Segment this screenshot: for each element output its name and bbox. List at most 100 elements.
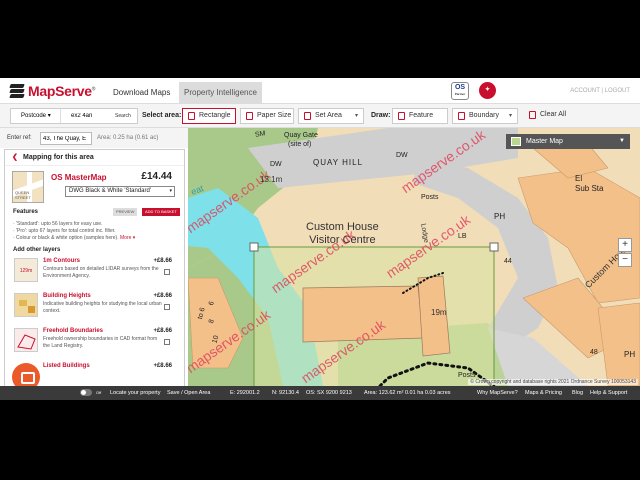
postcode-search: Postcode ▾ Search <box>10 108 138 124</box>
os-partner-badge: OS Partner <box>451 82 469 100</box>
blog-link[interactable]: Blog <box>572 390 583 396</box>
map-layer-value: Master Map <box>526 138 563 145</box>
other-layers-label: Add other layers <box>13 247 61 253</box>
area-readout: Area: 123.62 m² 0.01 ha 0.03 acres <box>364 390 451 396</box>
map-label: DW <box>270 161 282 168</box>
set-area-label: Set Area <box>315 112 342 119</box>
mastermap-thumbnail: QUEEN STREET <box>12 171 44 203</box>
os-grid-readout: OS: SX 9200 9213 <box>306 390 352 396</box>
map-label: (site of) <box>288 141 312 148</box>
feature-button[interactable]: Feature <box>392 108 448 124</box>
chevron-down-icon: ▾ <box>354 113 358 119</box>
layer-description: Contours based on detailed LIDAR surveys… <box>43 266 159 279</box>
logo-stack-icon <box>9 84 25 98</box>
layer-price: +£8.66 <box>153 258 172 264</box>
feature-item-text: · Colour or black & white option (sample… <box>13 235 119 241</box>
paper-size-button[interactable]: Paper Size <box>240 108 294 124</box>
area-readout: Area: 0.25 ha (0.61 ac) <box>97 135 159 141</box>
add-to-basket-button[interactable]: ADD TO BASKET <box>142 208 180 216</box>
postcode-select[interactable]: Postcode ▾ <box>11 109 61 123</box>
layer-building-heights: Building Heights +£8.66 Indicative build… <box>5 290 184 325</box>
tab-download-maps[interactable]: Download Maps <box>108 82 175 104</box>
app-window: MapServe® Download Maps Property Intelli… <box>0 78 640 400</box>
logo-text: MapServe® <box>28 83 96 99</box>
rectangle-label: Rectangle <box>199 112 231 119</box>
search-button[interactable]: Search <box>111 113 131 119</box>
ref-bar: Enter ref: Area: 0.25 ha (0.61 ac) <box>0 128 188 148</box>
mapserve-logo[interactable]: MapServe® <box>9 83 96 99</box>
layer-price: +£8.66 <box>153 363 172 369</box>
layer-price: +£8.66 <box>153 328 172 334</box>
map-label: 44 <box>504 258 512 265</box>
top-header: MapServe® Download Maps Property Intelli… <box>0 78 640 104</box>
paper-icon <box>246 112 253 120</box>
dimension-label: 13.1m <box>260 175 283 184</box>
locate-label[interactable]: Locate your property <box>110 390 160 396</box>
why-mapserve-link[interactable]: Why MapServe? <box>477 390 518 396</box>
map-label: PH <box>624 350 636 359</box>
layer-checkbox[interactable] <box>164 269 170 275</box>
postcode-input[interactable] <box>61 113 111 119</box>
clear-all-label: Clear All <box>540 111 567 118</box>
map-label: Posts <box>458 372 476 379</box>
clear-all-button[interactable]: Clear All <box>524 108 580 124</box>
features-label: Features <box>13 209 39 215</box>
product-name: OS MasterMap <box>51 173 107 182</box>
layer-name[interactable]: Listed Buildings <box>43 363 90 369</box>
map-copyright: © Crown copyright and database rights 20… <box>468 379 638 385</box>
layer-checkbox[interactable] <box>164 339 170 345</box>
more-link[interactable]: More ▾ <box>120 235 135 241</box>
map-label: QUAY HILL <box>313 158 364 167</box>
feature-item: · 'Pro': upto 67 layers for total contro… <box>13 228 116 234</box>
features-row: Features PREVIEW ADD TO BASKET <box>5 206 184 220</box>
layer-description: Indicative building heights for studying… <box>43 301 162 314</box>
layer-name[interactable]: Freehold Boundaries <box>43 328 103 334</box>
preview-button[interactable]: PREVIEW <box>113 208 138 216</box>
rectangle-button[interactable]: Rectangle <box>182 108 236 124</box>
chevron-down-icon: ▼ <box>619 138 625 144</box>
layer-checkbox[interactable] <box>164 304 170 310</box>
ref-label: Enter ref: <box>7 135 32 141</box>
map-label: LB <box>458 233 467 240</box>
layer-name[interactable]: Building Heights <box>43 293 91 299</box>
paper-size-label: Paper Size <box>257 112 292 119</box>
chevron-down-icon: ▾ <box>508 113 512 119</box>
trash-icon <box>529 111 536 119</box>
format-select[interactable]: DWG Black & White 'Standard' ▾ <box>65 186 175 197</box>
panel-title: Mapping for this area <box>23 154 94 161</box>
set-area-button[interactable]: Set Area ▾ <box>298 108 364 124</box>
layer-price: +£8.66 <box>153 293 172 299</box>
feature-item: · Colour or black & white option (sample… <box>13 235 176 242</box>
help-support-link[interactable]: Help & Support <box>590 390 627 396</box>
set-area-icon <box>304 112 311 120</box>
chevron-down-icon: ▾ <box>169 188 172 194</box>
map-label: Posts <box>421 194 439 201</box>
boundary-button[interactable]: Boundary ▾ <box>452 108 518 124</box>
map-view[interactable]: mapserve.co.uk mapserve.co.uk mapserve.c… <box>188 128 640 386</box>
feature-icon <box>398 112 405 120</box>
draw-label: Draw: <box>371 112 391 119</box>
select-area-label: Select area: <box>142 112 182 119</box>
map-label: PH <box>494 212 506 221</box>
panel-header[interactable]: ❮ Mapping for this area <box>5 150 184 166</box>
map-layer-select[interactable]: Master Map ▼ <box>506 134 630 149</box>
feature-item: · 'Standard': upto 56 layers for easy us… <box>13 221 103 227</box>
toggle-off-label: Off <box>96 390 102 395</box>
feature-label: Feature <box>409 112 434 119</box>
zoom-out-button[interactable]: − <box>618 253 632 267</box>
maps-pricing-link[interactable]: Maps & Pricing <box>525 390 562 396</box>
toolbar: Postcode ▾ Search Select area: Rectangle… <box>0 104 640 128</box>
layer-name[interactable]: 1m Contours <box>43 258 80 264</box>
boundary-icon <box>458 112 465 120</box>
tab-property-intelligence[interactable]: Property Intelligence <box>179 82 262 104</box>
map-layer-icon <box>511 137 521 146</box>
features-list: · 'Standard': upto 56 layers for easy us… <box>5 220 184 242</box>
account-links[interactable]: ACCOUNT | LOGOUT <box>570 88 630 94</box>
ref-input[interactable] <box>40 132 92 145</box>
zoom-in-button[interactable]: + <box>618 238 632 252</box>
building-heights-thumbnail <box>14 293 38 317</box>
chevron-left-icon: ❮ <box>12 154 18 161</box>
save-open-area-link[interactable]: Save / Open Area <box>167 390 210 396</box>
mapping-panel: ❮ Mapping for this area QUEEN STREET OS … <box>4 149 185 400</box>
format-select-value: DWG Black & White 'Standard' <box>69 188 151 194</box>
